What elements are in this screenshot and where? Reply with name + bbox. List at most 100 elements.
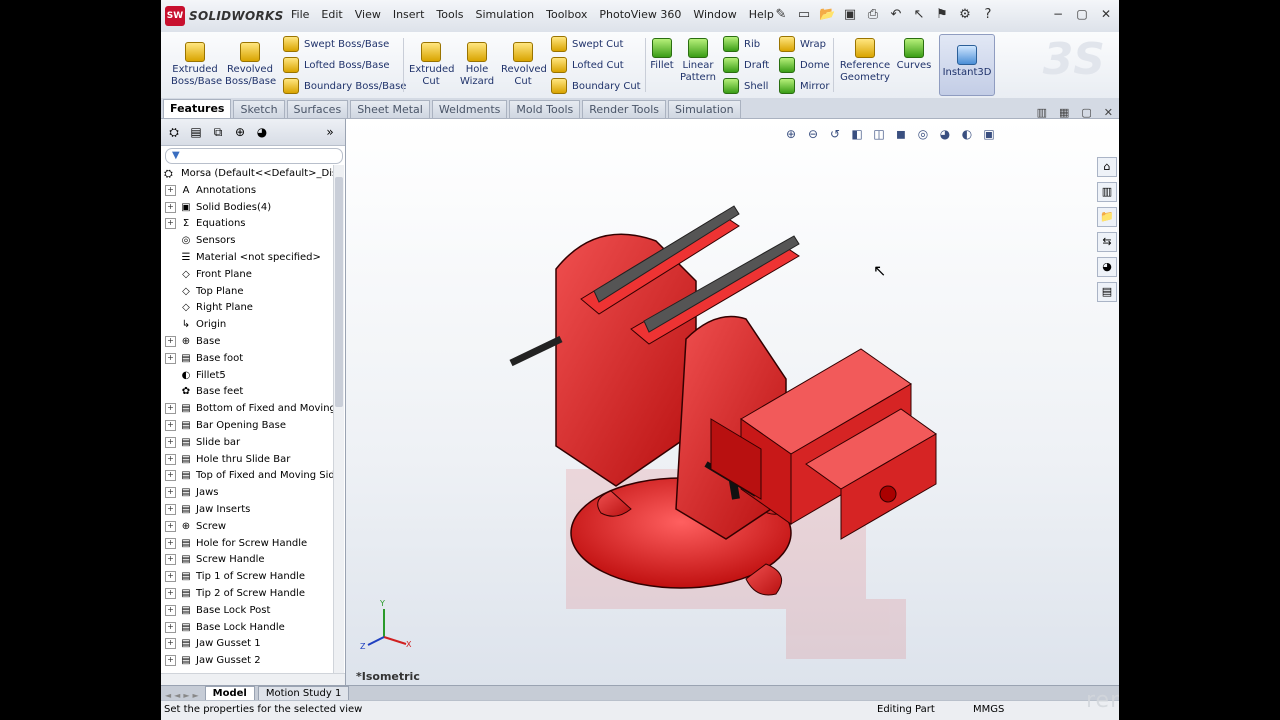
expand-icon[interactable]: +: [165, 184, 176, 196]
tree-item[interactable]: + ⊕ Base: [161, 333, 333, 350]
last-tab-icon[interactable]: ►: [192, 691, 198, 700]
tree-item[interactable]: + ▤ Slide bar: [161, 434, 333, 451]
expand-icon[interactable]: +: [165, 554, 176, 566]
options-icon[interactable]: ⚙: [957, 7, 973, 23]
rib-button[interactable]: Rib: [723, 36, 760, 52]
swept-boss-button[interactable]: Swept Boss/Base: [283, 36, 389, 52]
tab-surfaces[interactable]: Surfaces: [286, 100, 349, 118]
expand-icon[interactable]: +: [165, 420, 176, 432]
tree-item[interactable]: + ▤ Base Lock Post: [161, 602, 333, 619]
tree-item[interactable]: + ▤ Base foot: [161, 350, 333, 367]
tree-item[interactable]: + ▤ Hole thru Slide Bar: [161, 451, 333, 468]
expand-icon[interactable]: +: [165, 638, 176, 650]
view-palette-icon[interactable]: ⇆: [1097, 232, 1117, 252]
menu-insert[interactable]: Insert: [393, 8, 425, 21]
menu-photoview[interactable]: PhotoView 360: [599, 8, 681, 21]
tab-mold-tools[interactable]: Mold Tools: [509, 100, 581, 118]
menu-view[interactable]: View: [355, 8, 381, 21]
app-logo[interactable]: SW SOLIDWORKS: [165, 6, 284, 26]
vp-restore-icon[interactable]: ▢: [1081, 106, 1091, 119]
tree-item[interactable]: + ▤ Tip 1 of Screw Handle: [161, 568, 333, 585]
close-icon[interactable]: ✕: [1099, 7, 1113, 21]
tab-simulation[interactable]: Simulation: [668, 100, 741, 118]
select-icon[interactable]: ↖: [911, 7, 927, 23]
restore-icon[interactable]: ▢: [1075, 7, 1089, 21]
tab-render-tools[interactable]: Render Tools: [582, 100, 667, 118]
tree-item[interactable]: + ▤ Bottom of Fixed and Moving: [161, 400, 333, 417]
lofted-boss-button[interactable]: Lofted Boss/Base: [283, 57, 390, 73]
hole-wizard-button[interactable]: Hole Wizard: [457, 42, 497, 88]
tree-item[interactable]: + ▤ Screw Handle: [161, 552, 333, 569]
tree-item[interactable]: + ▤ Jaw Gusset 2: [161, 652, 333, 669]
minimize-icon[interactable]: −: [1051, 7, 1065, 21]
lofted-cut-button[interactable]: Lofted Cut: [551, 57, 624, 73]
tree-item[interactable]: + ▤ Top of Fixed and Moving Side: [161, 468, 333, 485]
expand-icon[interactable]: +: [165, 604, 176, 616]
tree-item[interactable]: + ▤ Jaws: [161, 484, 333, 501]
expand-icon[interactable]: +: [165, 571, 176, 583]
open-icon[interactable]: 📂: [819, 7, 835, 23]
extruded-cut-button[interactable]: Extruded Cut: [409, 42, 454, 88]
expand-icon[interactable]: +: [165, 403, 176, 415]
tree-filter[interactable]: ▼: [165, 148, 343, 164]
tree-item[interactable]: ☰ Material <not specified>: [161, 249, 333, 266]
expand-icon[interactable]: +: [165, 504, 176, 516]
tree-item[interactable]: ◐ Fillet5: [161, 367, 333, 384]
tree-item[interactable]: + ▤ Bar Opening Base: [161, 417, 333, 434]
reference-geometry-button[interactable]: Reference Geometry: [837, 38, 893, 84]
tab-weldments[interactable]: Weldments: [431, 100, 508, 118]
linear-pattern-button[interactable]: Linear Pattern: [679, 38, 717, 84]
tree-item[interactable]: ◇ Front Plane: [161, 266, 333, 283]
tab-features[interactable]: Features: [163, 99, 232, 118]
tree-item[interactable]: + ▤ Base Lock Handle: [161, 619, 333, 636]
revolved-cut-button[interactable]: Revolved Cut: [501, 42, 547, 88]
tree-item[interactable]: + ▤ Tip 2 of Screw Handle: [161, 585, 333, 602]
split-view-icon[interactable]: ▥: [1037, 106, 1047, 119]
tree-item[interactable]: + Σ Equations: [161, 216, 333, 233]
expand-icon[interactable]: +: [165, 352, 176, 364]
expand-panel-icon[interactable]: »: [321, 123, 339, 141]
rebuild-icon[interactable]: ⚑: [934, 7, 950, 23]
expand-icon[interactable]: +: [165, 336, 176, 348]
menu-edit[interactable]: Edit: [321, 8, 342, 21]
feature-tree-icon[interactable]: ⛭: [165, 123, 183, 141]
design-library-icon[interactable]: ▥: [1097, 182, 1117, 202]
appearances-icon[interactable]: ◕: [1097, 257, 1117, 277]
graphics-area[interactable]: ▥ ▦ ▢ ✕ ⊕ ⊖ ↺ ◧ ◫ ◼ ◎ ◕ ◐ ▣ Y X Z ↖ *Iso…: [346, 106, 1119, 685]
next-tab-icon[interactable]: ►: [183, 691, 189, 700]
expand-icon[interactable]: +: [165, 487, 176, 499]
menu-toolbox[interactable]: Toolbox: [546, 8, 587, 21]
wrap-button[interactable]: Wrap: [779, 36, 826, 52]
tab-sketch[interactable]: Sketch: [233, 100, 285, 118]
dimxpert-icon[interactable]: ⊕: [231, 123, 249, 141]
fillet-button[interactable]: Fillet: [647, 38, 677, 72]
status-units[interactable]: MMGS: [973, 701, 1004, 719]
menu-help[interactable]: Help: [749, 8, 774, 21]
tree-item[interactable]: ↳ Origin: [161, 316, 333, 333]
menu-simulation[interactable]: Simulation: [476, 8, 535, 21]
expand-icon[interactable]: +: [165, 218, 176, 230]
home-icon[interactable]: ⌂: [1097, 157, 1117, 177]
swept-cut-button[interactable]: Swept Cut: [551, 36, 623, 52]
prev-tab-icon[interactable]: ◄: [174, 691, 180, 700]
expand-icon[interactable]: +: [165, 655, 176, 667]
property-manager-icon[interactable]: ▤: [187, 123, 205, 141]
expand-icon[interactable]: +: [165, 470, 176, 482]
tree-scrollbar[interactable]: [333, 165, 344, 673]
tree-item[interactable]: ◎ Sensors: [161, 232, 333, 249]
boundary-cut-button[interactable]: Boundary Cut: [551, 78, 641, 94]
tree-item[interactable]: + ▤ Jaw Gusset 1: [161, 636, 333, 653]
configuration-manager-icon[interactable]: ⧉: [209, 123, 227, 141]
mirror-button[interactable]: Mirror: [779, 78, 829, 94]
custom-properties-icon[interactable]: ▤: [1097, 282, 1117, 302]
instant3d-button[interactable]: Instant3D: [939, 34, 995, 96]
tree-item[interactable]: + ▤ Jaw Inserts: [161, 501, 333, 518]
tree-item[interactable]: + ▣ Solid Bodies(4): [161, 199, 333, 216]
menu-window[interactable]: Window: [693, 8, 736, 21]
print-icon[interactable]: ⎙: [865, 7, 881, 23]
menu-tools[interactable]: Tools: [436, 8, 463, 21]
tab-motion-study[interactable]: Motion Study 1: [257, 686, 350, 700]
tree-scroll-thumb[interactable]: [335, 177, 343, 407]
tab-model[interactable]: Model: [204, 686, 255, 700]
tree-item[interactable]: ◇ Top Plane: [161, 283, 333, 300]
